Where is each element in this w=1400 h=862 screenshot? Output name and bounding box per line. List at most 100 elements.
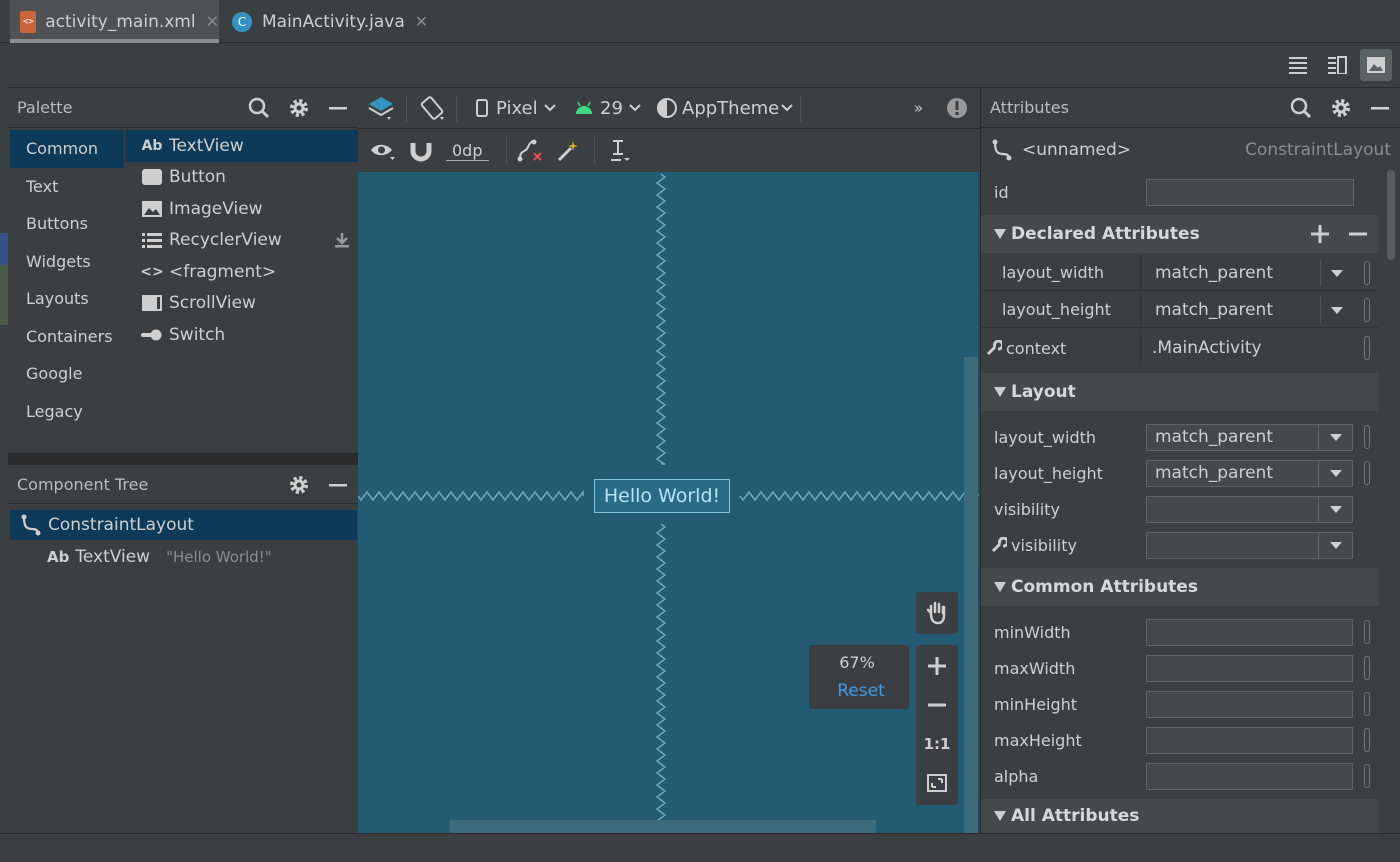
widget-imageview[interactable]: ImageView bbox=[125, 193, 358, 225]
category-legacy[interactable]: Legacy bbox=[10, 393, 124, 431]
widget-fragment[interactable]: <> <fragment> bbox=[125, 256, 358, 288]
pin-icon[interactable] bbox=[1364, 764, 1370, 788]
declared-layout-width[interactable]: layout_width match_parent bbox=[981, 255, 1379, 291]
section-title: All Attributes bbox=[1011, 806, 1140, 826]
all-attributes-section[interactable]: All Attributes bbox=[981, 799, 1379, 833]
zoom-in-button[interactable] bbox=[916, 647, 958, 685]
fragment-icon: <> bbox=[140, 263, 164, 280]
theme-selector[interactable]: AppTheme bbox=[656, 88, 793, 128]
view-mode-toolbar bbox=[8, 43, 1400, 88]
category-text[interactable]: Text bbox=[10, 168, 124, 206]
category-common[interactable]: Common bbox=[10, 130, 124, 168]
gear-icon[interactable] bbox=[288, 474, 310, 496]
tab-main-activity-java[interactable]: C MainActivity.java ✕ bbox=[230, 0, 428, 43]
min-height-field[interactable] bbox=[1146, 690, 1353, 718]
widget-switch[interactable]: Switch bbox=[125, 319, 358, 351]
margin-label: 0dp bbox=[446, 141, 489, 161]
widget-textview[interactable]: Ab TextView bbox=[125, 130, 358, 162]
tab-activity-main-xml[interactable]: activity_main.xml ✕ bbox=[10, 0, 219, 43]
pin-icon[interactable] bbox=[1364, 425, 1370, 449]
design-view-button[interactable] bbox=[1360, 49, 1392, 81]
minimize-icon[interactable] bbox=[1370, 98, 1390, 118]
horizontal-scrollbar[interactable] bbox=[450, 820, 876, 833]
tools-visibility-dropdown[interactable] bbox=[1146, 531, 1353, 559]
vertical-scrollbar[interactable] bbox=[964, 357, 978, 833]
pin-icon[interactable] bbox=[1364, 656, 1370, 680]
alpha-row: alpha bbox=[981, 758, 1379, 794]
widget-recyclerview[interactable]: RecyclerView bbox=[125, 225, 358, 257]
attr-row-id: id bbox=[981, 174, 1379, 210]
alpha-field[interactable] bbox=[1146, 762, 1353, 790]
tree-item-textview[interactable]: Ab TextView "Hello World!" bbox=[10, 542, 357, 572]
overflow-button[interactable]: » bbox=[914, 88, 923, 128]
category-widgets[interactable]: Widgets bbox=[10, 243, 124, 281]
layout-width-dropdown[interactable]: match_parent bbox=[1146, 423, 1353, 451]
attr-label: id bbox=[994, 182, 1009, 202]
category-google[interactable]: Google bbox=[10, 355, 124, 393]
zoom-to-fit-button[interactable] bbox=[916, 764, 958, 802]
dropdown-button[interactable] bbox=[1320, 260, 1352, 286]
hello-world-textview[interactable]: Hello World! bbox=[594, 479, 730, 513]
category-layouts[interactable]: Layouts bbox=[10, 280, 124, 318]
minimize-icon[interactable] bbox=[328, 98, 348, 118]
pin-icon[interactable] bbox=[1364, 728, 1370, 752]
declared-context[interactable]: context .MainActivity bbox=[981, 330, 1379, 366]
pin-icon[interactable] bbox=[1364, 461, 1370, 485]
zoom-out-button[interactable] bbox=[916, 686, 958, 724]
chevron-down-icon bbox=[629, 104, 641, 112]
minimize-icon[interactable] bbox=[328, 475, 348, 495]
warnings-button[interactable] bbox=[946, 88, 968, 128]
gear-icon[interactable] bbox=[288, 97, 310, 119]
pan-button[interactable] bbox=[916, 592, 958, 634]
view-options-button[interactable] bbox=[370, 129, 396, 172]
dropdown-button[interactable] bbox=[1320, 297, 1352, 323]
pin-icon[interactable] bbox=[1364, 298, 1370, 322]
category-containers[interactable]: Containers bbox=[10, 318, 124, 356]
search-icon[interactable] bbox=[248, 97, 270, 119]
widget-button[interactable]: Button bbox=[125, 162, 358, 194]
guidelines-button[interactable] bbox=[608, 129, 632, 172]
zoom-reset-link[interactable]: Reset bbox=[809, 681, 913, 701]
code-view-button[interactable] bbox=[1282, 49, 1314, 81]
clear-constraints-button[interactable] bbox=[516, 129, 544, 172]
max-width-field[interactable] bbox=[1146, 654, 1353, 682]
api-level-selector[interactable]: 29 bbox=[574, 88, 641, 128]
pin-icon[interactable] bbox=[1364, 261, 1370, 285]
gear-icon[interactable] bbox=[1330, 97, 1352, 119]
declared-layout-height[interactable]: layout_height match_parent bbox=[981, 292, 1379, 328]
layout-height-dropdown[interactable]: match_parent bbox=[1146, 459, 1353, 487]
layout-section[interactable]: Layout bbox=[981, 373, 1379, 411]
orientation-button[interactable] bbox=[418, 88, 446, 128]
common-attributes-section[interactable]: Common Attributes bbox=[981, 568, 1379, 606]
design-surface-button[interactable] bbox=[368, 88, 396, 128]
device-selector[interactable]: Pixel bbox=[476, 88, 556, 128]
pin-icon[interactable] bbox=[1364, 336, 1370, 360]
image-icon bbox=[1367, 57, 1385, 73]
close-tab-icon[interactable]: ✕ bbox=[415, 12, 428, 31]
id-field[interactable] bbox=[1146, 178, 1354, 206]
zoom-actual-size-button[interactable]: 1:1 bbox=[916, 725, 958, 763]
search-icon[interactable] bbox=[1290, 97, 1312, 119]
component-tree-panel: Component Tree ConstraintLayout Ab TextV… bbox=[8, 464, 358, 833]
tree-item-constraintlayout[interactable]: ConstraintLayout bbox=[10, 510, 357, 540]
widget-scrollview[interactable]: ScrollView bbox=[125, 288, 358, 320]
design-toolbar: Pixel 29 AppTheme » bbox=[358, 88, 980, 129]
category-buttons[interactable]: Buttons bbox=[10, 205, 124, 243]
max-height-field[interactable] bbox=[1146, 726, 1353, 754]
min-width-field[interactable] bbox=[1146, 618, 1353, 646]
split-view-button[interactable] bbox=[1321, 49, 1353, 81]
download-icon[interactable] bbox=[334, 232, 350, 248]
default-margin-button[interactable]: 0dp bbox=[446, 129, 489, 172]
pin-icon[interactable] bbox=[1364, 620, 1370, 644]
autoconnect-button[interactable] bbox=[410, 129, 432, 172]
infer-constraints-button[interactable] bbox=[556, 129, 580, 172]
design-canvas[interactable]: Hello World! bbox=[358, 172, 980, 833]
close-tab-icon[interactable]: ✕ bbox=[206, 12, 219, 31]
plus-icon[interactable] bbox=[1311, 225, 1329, 243]
visibility-dropdown[interactable] bbox=[1146, 495, 1353, 523]
minus-icon[interactable] bbox=[1349, 225, 1367, 243]
min-height-row: minHeight bbox=[981, 686, 1379, 722]
declared-attributes-section[interactable]: Declared Attributes bbox=[981, 215, 1379, 253]
attributes-scrollbar[interactable] bbox=[1387, 170, 1395, 260]
pin-icon[interactable] bbox=[1364, 692, 1370, 716]
